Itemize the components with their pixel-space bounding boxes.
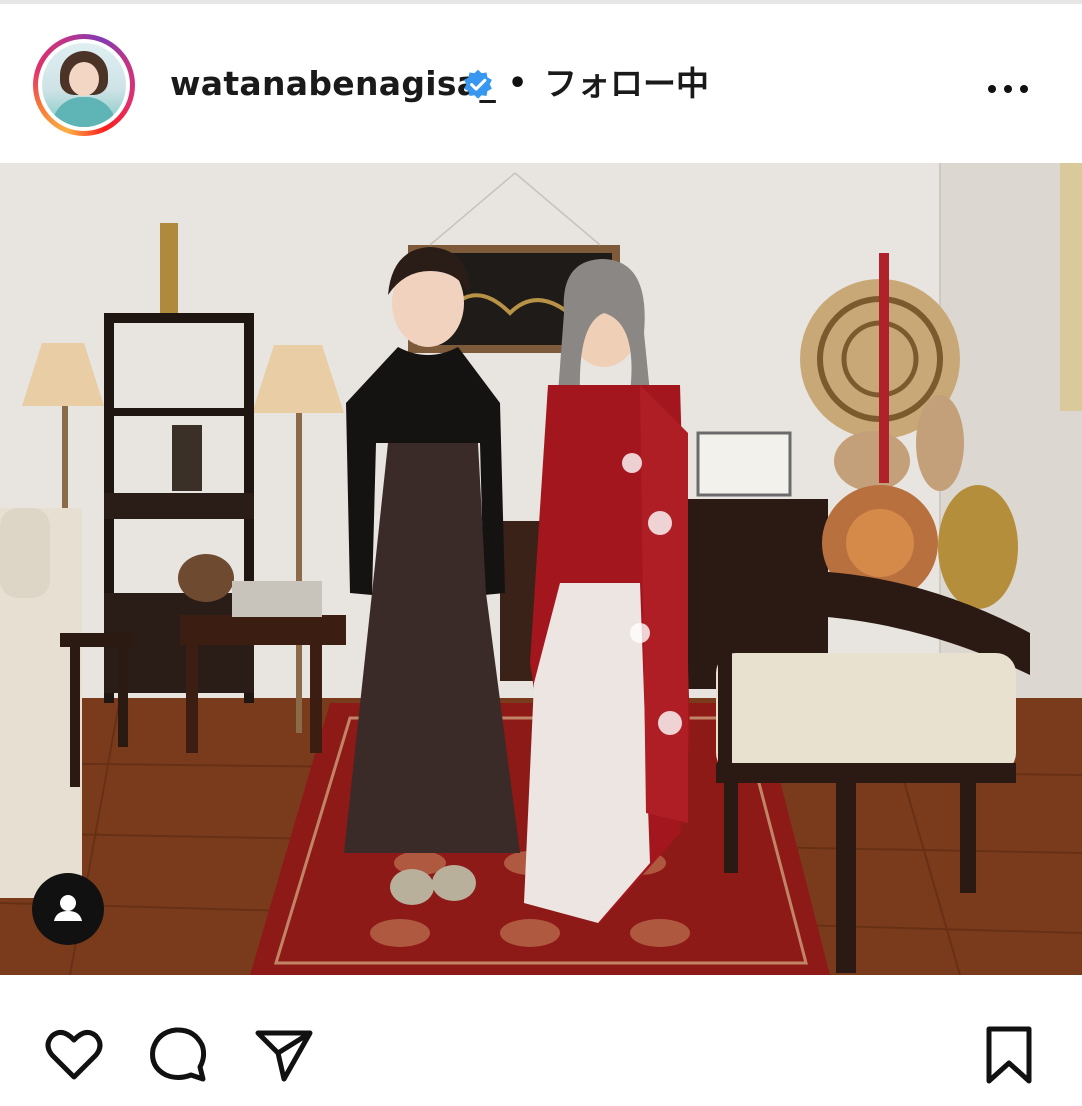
post-action-bar	[0, 975, 1082, 1106]
separator-dot: •	[508, 66, 528, 101]
verified-badge-icon	[464, 69, 492, 99]
photo-tag-button[interactable]	[32, 873, 104, 945]
username-link[interactable]: watanabenagisa_	[170, 64, 496, 104]
post-photo-scene	[0, 163, 1082, 975]
bookmark-icon[interactable]	[977, 1023, 1041, 1087]
heart-icon[interactable]	[42, 1023, 106, 1087]
avatar[interactable]	[42, 43, 126, 127]
user-tag-icon	[54, 895, 82, 921]
post-photo[interactable]	[0, 163, 1082, 975]
comment-icon[interactable]	[146, 1023, 210, 1087]
story-ring-avatar[interactable]	[33, 34, 135, 136]
send-icon[interactable]	[252, 1023, 316, 1087]
following-button[interactable]: フォロー中	[544, 64, 709, 104]
more-options-button[interactable]	[978, 70, 1038, 106]
post-header: watanabenagisa_ • フォロー中	[0, 4, 1082, 162]
